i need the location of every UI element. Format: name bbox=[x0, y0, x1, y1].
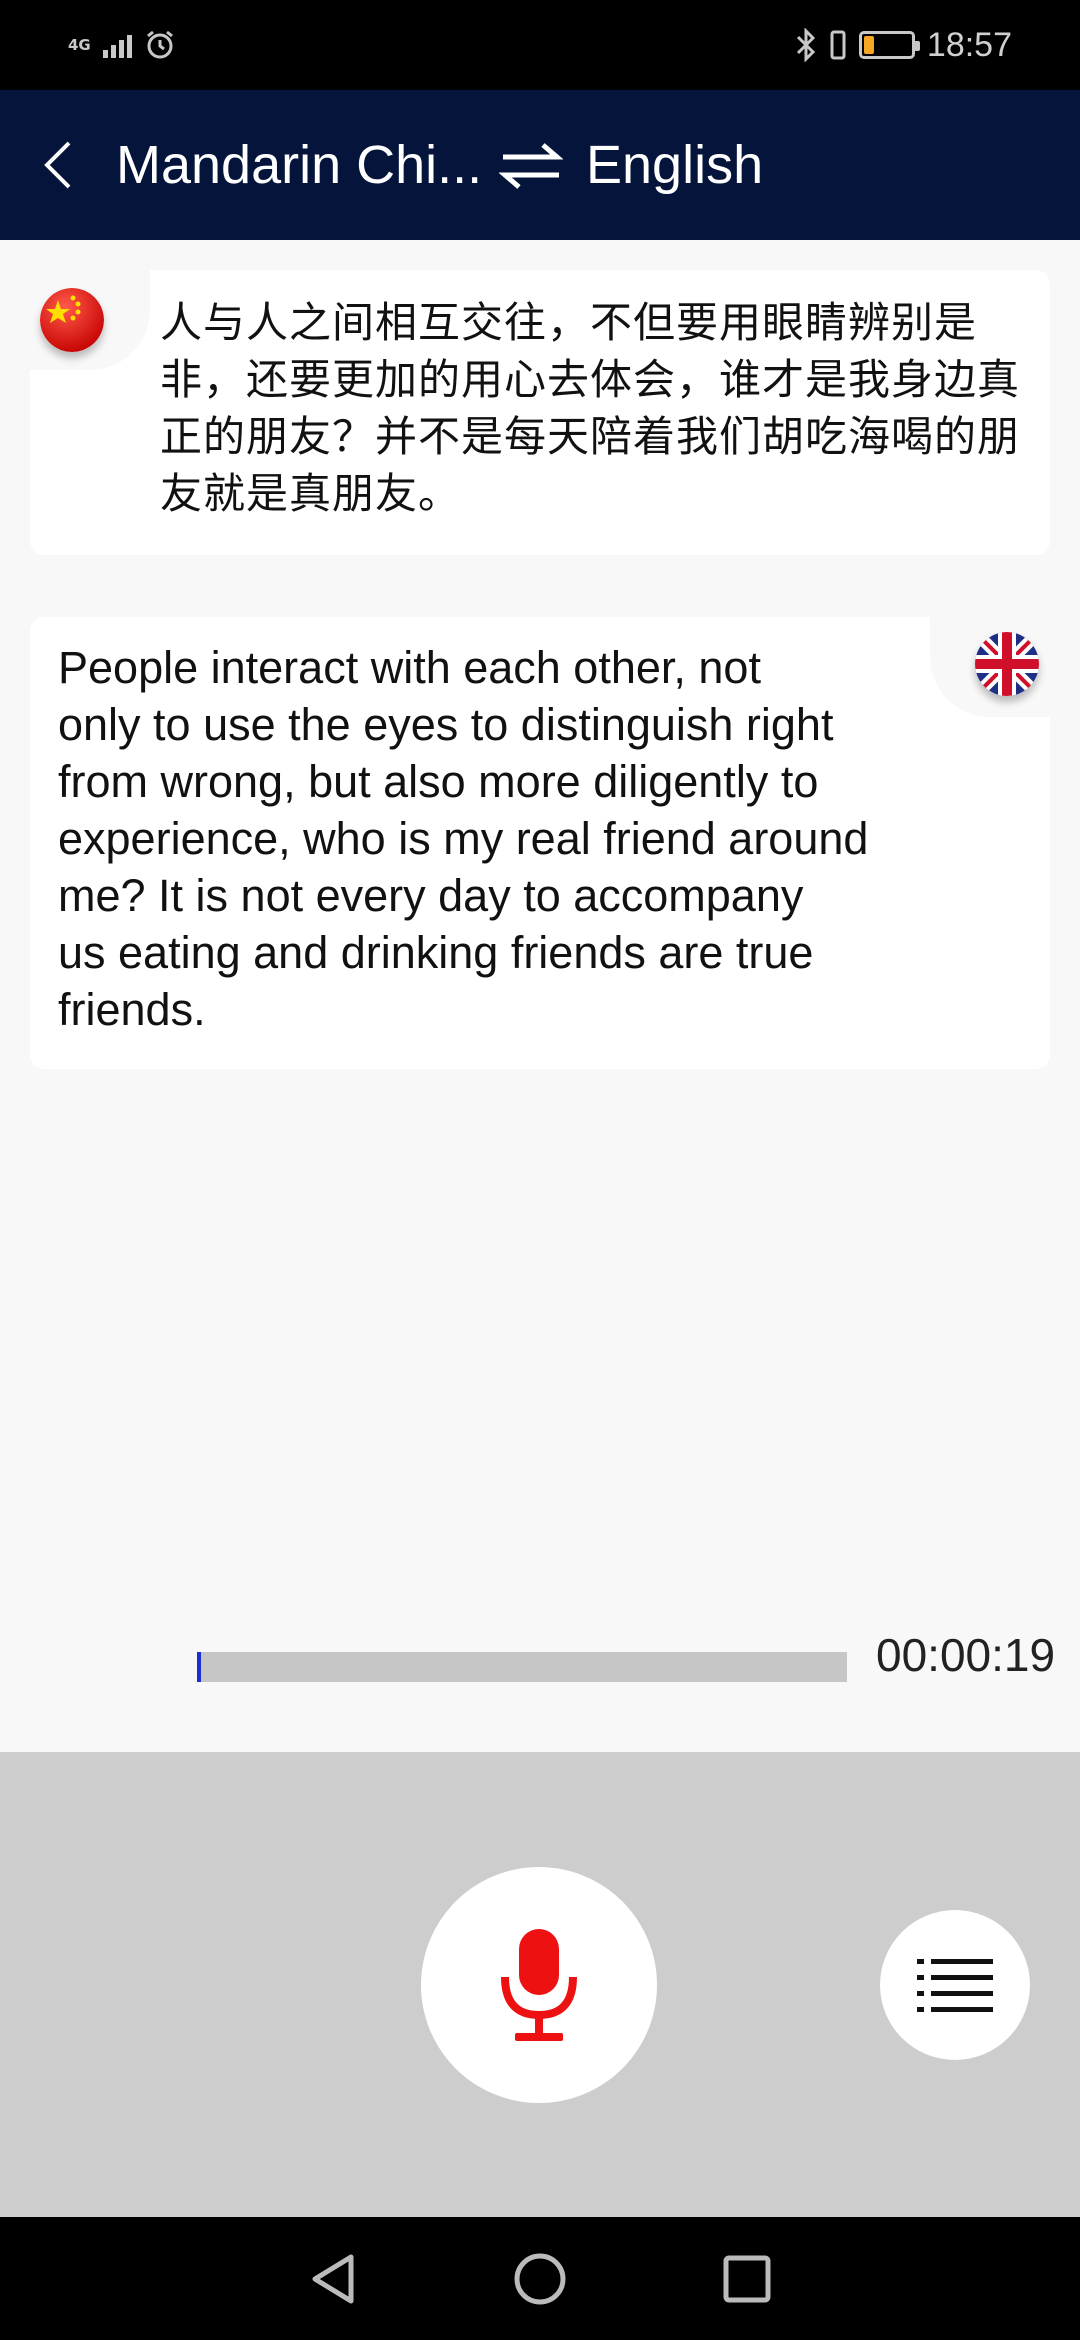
playback-cursor[interactable] bbox=[197, 1652, 201, 1682]
status-time: 18:57 bbox=[926, 25, 1012, 64]
nav-home-button[interactable] bbox=[500, 2239, 580, 2319]
back-button[interactable] bbox=[0, 90, 80, 240]
bluetooth-icon bbox=[796, 28, 816, 62]
nav-back-icon bbox=[312, 2254, 354, 2303]
status-right: 18:57 bbox=[795, 26, 1012, 65]
control-panel bbox=[0, 1752, 1080, 2217]
app-bar: Mandarin Chi... English bbox=[0, 90, 1080, 240]
nav-recents-button[interactable] bbox=[707, 2239, 787, 2319]
playback-timer: 00:00:19 bbox=[876, 1629, 1056, 1681]
playback-progress-bar[interactable] bbox=[197, 1652, 847, 1682]
nav-recents-icon bbox=[723, 2255, 771, 2302]
chevron-left-icon bbox=[44, 141, 71, 189]
nav-home-icon bbox=[514, 2253, 566, 2304]
china-flag-icon bbox=[40, 288, 104, 352]
translation-message-text: People interact with each other, not onl… bbox=[58, 642, 869, 1035]
list-menu-icon bbox=[917, 1959, 993, 2012]
nav-back-button[interactable] bbox=[293, 2239, 373, 2319]
battery-icon bbox=[858, 31, 920, 59]
alarm-icon bbox=[146, 30, 173, 59]
uk-flag-icon bbox=[975, 632, 1039, 696]
swap-arrows-icon bbox=[499, 143, 563, 189]
history-menu-button[interactable] bbox=[880, 1910, 1030, 2060]
source-message-text: 人与人之间相互交往，不但要用眼睛辨别是非，还要更加的用心去体会，谁才是我身边真正… bbox=[160, 298, 1021, 518]
record-button[interactable] bbox=[421, 1867, 657, 2103]
microphone-icon bbox=[501, 1929, 577, 2041]
network-type-label: 4G bbox=[68, 36, 91, 54]
system-nav-bar bbox=[0, 2217, 1080, 2340]
status-left: 4G bbox=[68, 29, 176, 61]
swap-languages-button[interactable] bbox=[486, 120, 576, 210]
source-language-selector[interactable]: Mandarin Chi... bbox=[116, 134, 486, 196]
target-language-selector[interactable]: English bbox=[586, 134, 763, 196]
signal-icon bbox=[102, 32, 132, 58]
battery-level bbox=[863, 36, 875, 54]
translation-message-bubble[interactable]: People interact with each other, not onl… bbox=[30, 617, 1050, 1069]
source-message-bubble[interactable]: 人与人之间相互交往，不但要用眼睛辨别是非，还要更加的用心去体会，谁才是我身边真正… bbox=[30, 270, 1050, 555]
status-bar: 4G 18:57 bbox=[0, 0, 1080, 90]
vibrate-icon bbox=[830, 30, 846, 60]
